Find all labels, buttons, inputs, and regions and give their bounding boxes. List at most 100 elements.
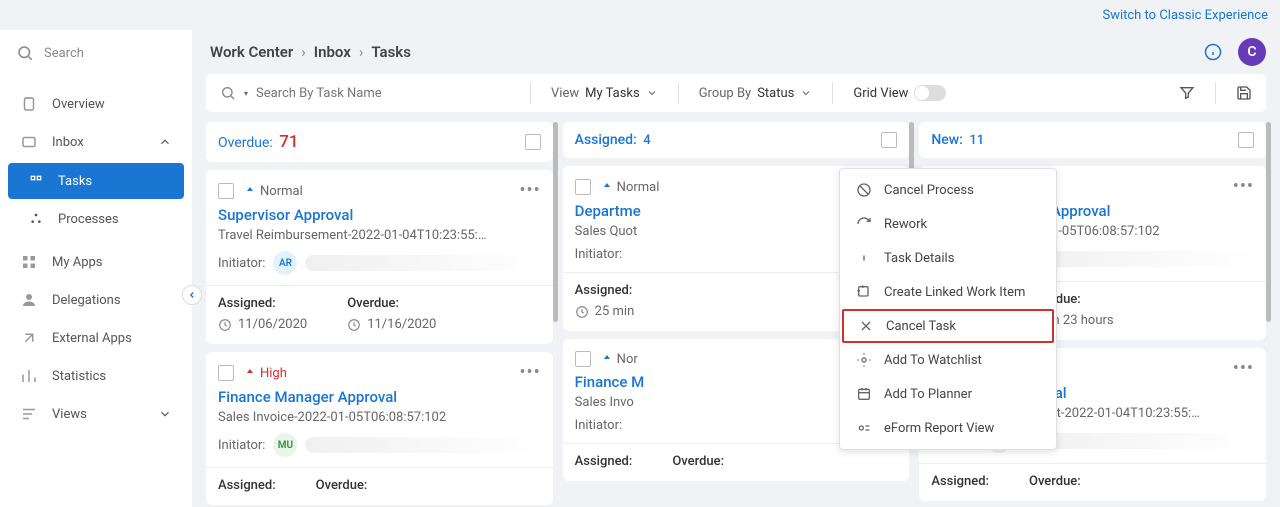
- assigned-label: Assigned:: [218, 296, 307, 311]
- sidebar-item-overview[interactable]: Overview: [0, 85, 192, 123]
- task-card[interactable]: Normal ••• Supervisor Approval Travel Re…: [206, 170, 553, 344]
- toggle-switch[interactable]: [914, 85, 946, 101]
- column-count: 4: [643, 133, 650, 148]
- stats-icon: [20, 367, 38, 385]
- menu-cancel-process[interactable]: Cancel Process: [840, 173, 1056, 207]
- priority-badge: Nor: [601, 352, 638, 367]
- card-menu-button[interactable]: •••: [1233, 360, 1254, 378]
- search-dropdown-icon[interactable]: ▾: [244, 89, 248, 98]
- overdue-value: In 23 hours: [1049, 313, 1114, 328]
- sidebar-label-external: External Apps: [52, 331, 132, 346]
- group-select[interactable]: Group By Status: [699, 86, 813, 101]
- info-icon: [856, 250, 872, 266]
- menu-add-watchlist[interactable]: Add To Watchlist: [840, 343, 1056, 377]
- assigned-label: Assigned:: [575, 283, 635, 298]
- initiator-avatar: AR: [273, 251, 297, 275]
- view-select[interactable]: View My Tasks: [551, 86, 658, 101]
- card-checkbox[interactable]: [575, 351, 591, 367]
- initiator-label: Initiator:: [218, 256, 265, 271]
- sidebar-label-delegations: Delegations: [52, 293, 121, 308]
- card-title[interactable]: Supervisor Approval: [218, 206, 541, 224]
- menu-rework[interactable]: Rework: [840, 207, 1056, 241]
- column-count: 71: [279, 132, 298, 152]
- assigned-label: Assigned:: [575, 454, 633, 469]
- chevron-left-icon: [187, 290, 197, 300]
- sidebar-search[interactable]: Search: [0, 30, 192, 77]
- sidebar-item-stats[interactable]: Statistics: [0, 357, 192, 395]
- apps-icon: [20, 253, 38, 271]
- inbox-icon: [20, 133, 38, 151]
- priority-badge: Normal: [601, 180, 660, 195]
- save-icon[interactable]: [1236, 85, 1252, 101]
- rework-icon: [856, 216, 872, 232]
- sidebar-label-inbox: Inbox: [52, 135, 144, 150]
- clock-icon: [575, 305, 589, 319]
- sidebar-item-tasks[interactable]: Tasks: [8, 163, 184, 199]
- search-placeholder: Search: [44, 46, 84, 61]
- sidebar-item-inbox[interactable]: Inbox: [0, 123, 192, 161]
- cancel-icon: [856, 182, 872, 198]
- collapse-sidebar-button[interactable]: [182, 285, 202, 305]
- clock-icon: [218, 318, 232, 332]
- sidebar-item-views[interactable]: Views: [0, 395, 192, 433]
- list-icon: [20, 405, 38, 423]
- switch-classic-link[interactable]: Switch to Classic Experience: [1102, 8, 1268, 23]
- scrollbar[interactable]: [1266, 122, 1271, 322]
- clock-icon: [347, 318, 361, 332]
- crumb-tasks: Tasks: [371, 43, 411, 61]
- group-label: Group By: [699, 86, 752, 101]
- task-card[interactable]: High ••• Finance Manager Approval Sales …: [206, 352, 553, 505]
- kanban-board: Overdue: 71 Normal ••• Supervisor Approv…: [202, 122, 1270, 505]
- view-value: My Tasks: [585, 86, 640, 101]
- scrollbar[interactable]: [553, 122, 558, 322]
- initiator-avatar: MU: [273, 433, 297, 457]
- crumb-workcenter[interactable]: Work Center: [210, 43, 293, 61]
- chevron-down-icon: [646, 87, 658, 99]
- info-icon[interactable]: [1204, 43, 1222, 61]
- select-all-checkbox[interactable]: [525, 134, 541, 150]
- report-icon: [856, 420, 872, 436]
- filter-icon[interactable]: [1179, 85, 1195, 101]
- card-title[interactable]: Finance Manager Approval: [218, 388, 541, 406]
- person-icon: [20, 291, 38, 309]
- search-icon: [16, 44, 34, 62]
- sidebar-item-delegations[interactable]: Delegations: [0, 281, 192, 319]
- watchlist-icon: [856, 352, 872, 368]
- select-all-checkbox[interactable]: [1238, 132, 1254, 148]
- card-menu-button[interactable]: •••: [519, 182, 540, 200]
- chevron-up-icon: [158, 135, 172, 149]
- search-icon: [220, 85, 236, 101]
- sidebar-item-processes[interactable]: Processes: [0, 201, 192, 237]
- card-menu-button[interactable]: •••: [519, 364, 540, 382]
- chevron-down-icon: [800, 87, 812, 99]
- menu-add-planner[interactable]: Add To Planner: [840, 377, 1056, 411]
- menu-eform-report[interactable]: eForm Report View: [840, 411, 1056, 445]
- context-menu: Cancel Process Rework Task Details Creat…: [839, 168, 1057, 450]
- sidebar-label-views: Views: [52, 407, 144, 422]
- menu-cancel-task[interactable]: Cancel Task: [842, 309, 1054, 343]
- grid-view-toggle[interactable]: Grid View: [853, 85, 946, 101]
- card-checkbox[interactable]: [218, 183, 234, 199]
- crumb-inbox[interactable]: Inbox: [314, 43, 351, 61]
- overdue-label: Overdue:: [672, 454, 724, 469]
- card-menu-button[interactable]: •••: [1233, 178, 1254, 196]
- card-checkbox[interactable]: [218, 365, 234, 381]
- column-overdue: Overdue: 71 Normal ••• Supervisor Approv…: [206, 122, 553, 505]
- menu-create-linked[interactable]: Create Linked Work Item: [840, 275, 1056, 309]
- assigned-label: Assigned:: [931, 474, 989, 489]
- search-input[interactable]: [256, 86, 510, 101]
- view-label: View: [551, 86, 579, 101]
- priority-badge: Normal: [244, 184, 303, 199]
- menu-task-details[interactable]: Task Details: [840, 241, 1056, 275]
- overdue-label: Overdue:: [347, 296, 436, 311]
- chevron-down-icon: [158, 407, 172, 421]
- user-avatar[interactable]: C: [1238, 38, 1266, 66]
- sidebar-item-myapps[interactable]: My Apps: [0, 243, 192, 281]
- sidebar-label-overview: Overview: [52, 97, 105, 112]
- group-value: Status: [757, 86, 794, 101]
- overdue-value: 11/16/2020: [367, 317, 436, 332]
- calendar-icon: [856, 386, 872, 402]
- card-checkbox[interactable]: [575, 179, 591, 195]
- select-all-checkbox[interactable]: [881, 132, 897, 148]
- sidebar-item-external[interactable]: External Apps: [0, 319, 192, 357]
